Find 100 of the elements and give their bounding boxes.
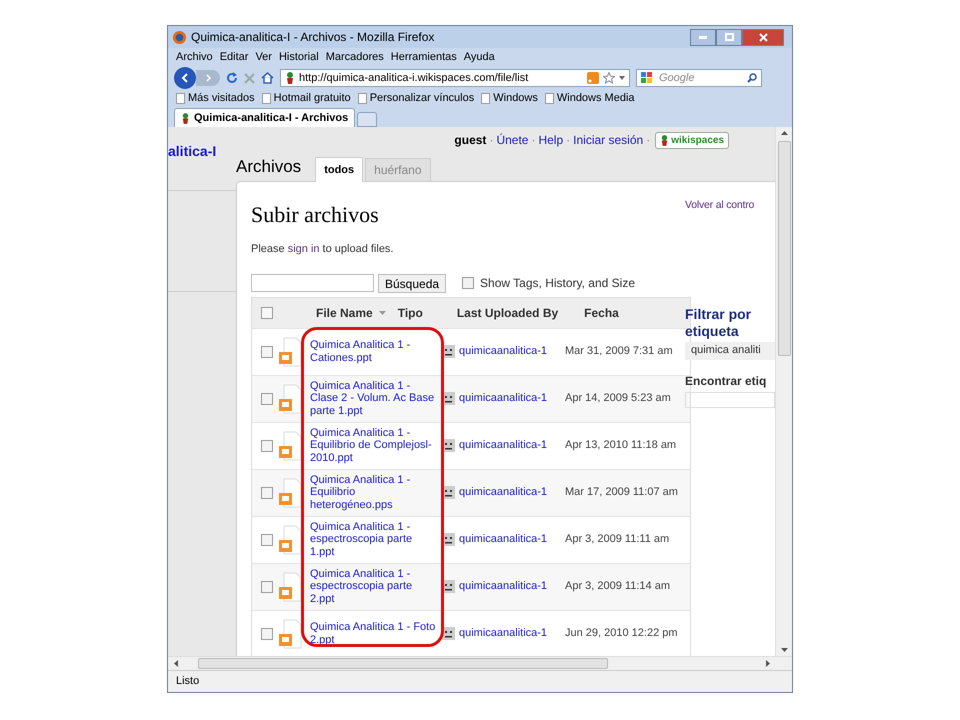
checkbox[interactable] xyxy=(261,534,273,546)
search-icon[interactable] xyxy=(747,73,757,83)
horizontal-scrollbar[interactable] xyxy=(168,656,792,670)
page-tab[interactable]: todos xyxy=(315,157,364,182)
sort-caret-icon xyxy=(378,310,386,314)
menu-item[interactable]: Herramientas xyxy=(390,49,457,66)
site-name[interactable]: alitica-I xyxy=(168,141,236,162)
presentation-file-icon xyxy=(278,384,302,414)
url-text: http://quimica-analitica-i.wikispaces.com/file/list xyxy=(299,70,530,86)
sign-in-link[interactable]: sign in xyxy=(288,243,320,255)
filter-title: Filtrar por etiqueta xyxy=(685,306,752,340)
star-icon[interactable] xyxy=(603,72,615,84)
close-button[interactable] xyxy=(742,28,784,46)
back-button[interactable] xyxy=(174,67,196,89)
header-link[interactable]: Help xyxy=(538,131,564,149)
rss-feed-icon[interactable] xyxy=(587,72,599,84)
user-link[interactable]: quimicaanalitica-1 xyxy=(459,343,548,360)
presentation-file-icon xyxy=(278,430,302,460)
file-link[interactable]: Quimica Analitica 1 - Foto 2.ppt xyxy=(310,621,438,646)
column-header[interactable]: File Name xyxy=(316,304,373,322)
presentation-file-icon xyxy=(278,618,302,648)
separator: · xyxy=(489,132,494,149)
vertical-scrollbar[interactable] xyxy=(775,127,792,656)
wikispaces-logo[interactable]: wikispaces xyxy=(655,132,729,148)
header-link[interactable]: Iniciar sesión xyxy=(573,131,644,149)
checkbox[interactable] xyxy=(261,628,273,640)
down-arrow-icon[interactable] xyxy=(780,648,788,652)
menu-item[interactable]: Ayuda xyxy=(464,49,495,66)
user-link[interactable]: quimicaanalitica-1 xyxy=(459,390,548,407)
separator: · xyxy=(646,132,650,149)
column-header[interactable]: Tipo xyxy=(398,304,423,322)
address-bar[interactable]: http://quimica-analitica-i.wikispaces.com/file/list xyxy=(280,69,630,87)
search-input[interactable]: Google xyxy=(659,70,743,86)
user-link[interactable]: quimicaanalitica-1 xyxy=(459,531,548,548)
checkbox[interactable] xyxy=(462,277,474,289)
dropdown-caret-icon[interactable] xyxy=(619,76,625,80)
back-link[interactable]: Volver al contro xyxy=(685,198,754,214)
stop-icon[interactable] xyxy=(244,72,255,84)
plant-pot-icon xyxy=(181,112,190,124)
file-link[interactable]: Quimica Analitica 1 - espectroscopia parte 1.ppt xyxy=(310,520,438,558)
date-cell-text: Apr 3, 2009 11:11 am xyxy=(565,532,670,548)
presentation-file-icon xyxy=(278,336,302,366)
user-link[interactable]: quimicaanalitica-1 xyxy=(459,625,548,642)
file-link[interactable]: Quimica Analitica 1 - Equilibrio heterogéneo.pps xyxy=(310,474,438,512)
scroll-thumb[interactable] xyxy=(778,141,790,356)
column-header[interactable]: Fecha xyxy=(584,304,619,322)
left-arrow-icon[interactable] xyxy=(174,660,178,667)
select-all-checkbox[interactable] xyxy=(261,306,273,318)
minimize-button[interactable] xyxy=(690,28,716,46)
date-cell-text: Apr 13, 2010 11:18 am xyxy=(565,438,676,454)
browser-tab[interactable]: Quimica-analitica-I - Archivos xyxy=(174,108,356,127)
search-button[interactable]: Búsqueda xyxy=(378,274,446,292)
checkbox[interactable] xyxy=(261,392,273,404)
checkbox[interactable] xyxy=(261,486,273,498)
page-icon xyxy=(544,92,554,104)
tag-select[interactable]: quimica analiti xyxy=(685,342,775,360)
user-link[interactable]: quimicaanalitica-1 xyxy=(459,437,548,454)
menu-item[interactable]: Historial xyxy=(278,49,319,66)
home-icon[interactable] xyxy=(261,72,274,84)
file-link[interactable]: Quimica Analitica 1 - espectroscopia parte 2.ppt xyxy=(310,568,438,606)
file-link[interactable]: Quimica Analitica 1 - Cationes.ppt xyxy=(310,339,438,364)
reload-icon[interactable] xyxy=(226,72,238,84)
scroll-thumb[interactable] xyxy=(198,658,608,669)
sign-in-notice: Please sign in to upload files. xyxy=(251,242,394,257)
file-link[interactable]: Quimica Analitica 1 - Clase 2 - Volum. Ac Base parte 1.ppt xyxy=(310,380,438,418)
bookmark-link[interactable]: Windows Media xyxy=(556,90,635,106)
page-icon xyxy=(262,92,271,104)
new-tab-button[interactable] xyxy=(357,112,378,127)
menu-item[interactable]: Archivo xyxy=(176,49,213,66)
username: guest xyxy=(454,132,486,149)
separator: · xyxy=(531,132,536,149)
checkbox[interactable] xyxy=(261,440,273,452)
checkbox[interactable] xyxy=(261,346,273,358)
presentation-file-icon xyxy=(278,478,302,508)
minimize-icon xyxy=(699,36,707,38)
bookmark-link[interactable]: Windows xyxy=(493,90,538,106)
search-field[interactable]: Google xyxy=(636,69,762,87)
menu-item[interactable]: Marcadores xyxy=(326,49,384,66)
menu-item[interactable]: Ver xyxy=(255,49,272,66)
bookmark-link[interactable]: Más visitados xyxy=(188,90,255,106)
bookmark-link[interactable]: Personalizar vínculos xyxy=(370,90,474,106)
checkbox-label[interactable]: Show Tags, History, and Size xyxy=(480,274,636,292)
page-title: Archivos xyxy=(236,156,302,178)
find-tag-field[interactable] xyxy=(685,392,775,408)
up-arrow-icon[interactable] xyxy=(780,131,788,135)
date-cell-text: Mar 17, 2009 11:07 am xyxy=(565,485,678,500)
file-search-field[interactable] xyxy=(251,274,374,292)
bookmark-link[interactable]: Hotmail gratuito xyxy=(274,90,351,106)
user-link[interactable]: quimicaanalitica-1 xyxy=(459,484,548,501)
column-header[interactable]: Last Uploaded By xyxy=(456,304,558,322)
menu-item[interactable]: Editar xyxy=(220,49,248,66)
user-link[interactable]: quimicaanalitica-1 xyxy=(459,578,548,595)
date-cell-text: Jun 29, 2010 12:22 pm xyxy=(565,626,678,642)
maximize-button[interactable] xyxy=(716,28,742,46)
checkbox[interactable] xyxy=(261,580,273,592)
plant-pot-icon xyxy=(660,134,670,146)
file-link[interactable]: Quimica Analitica 1 - Equilibrio de Complejosl-2010.ppt xyxy=(310,426,438,464)
right-arrow-icon[interactable] xyxy=(766,660,770,667)
page-icon xyxy=(358,92,367,104)
header-link[interactable]: Únete xyxy=(496,131,528,149)
